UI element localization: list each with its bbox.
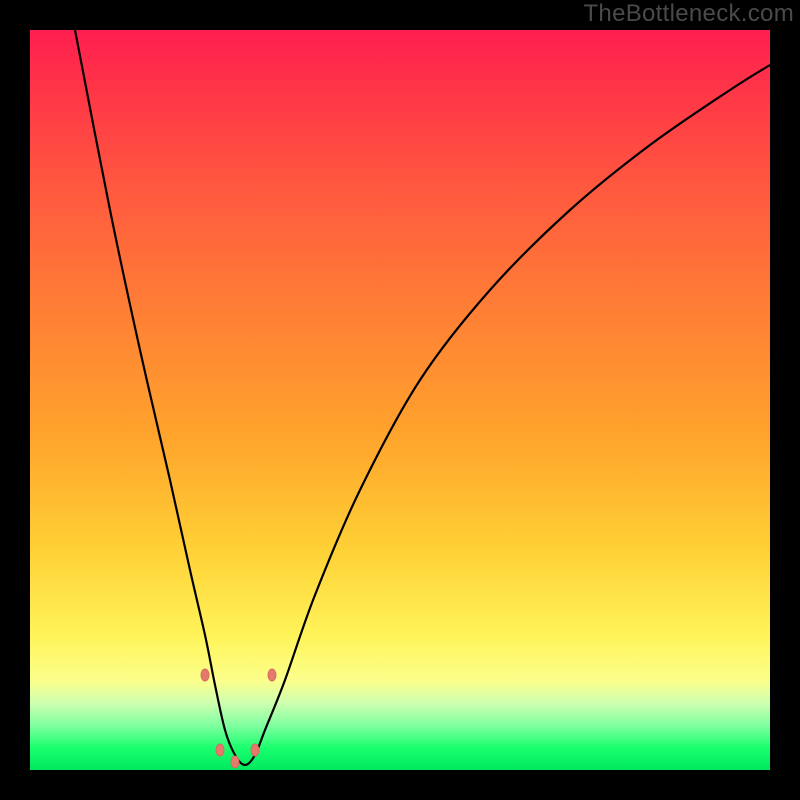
curve-svg — [30, 30, 770, 770]
curve-marker — [251, 744, 259, 756]
curve-marker — [201, 669, 209, 681]
bottleneck-curve — [75, 30, 770, 765]
chart-frame: TheBottleneck.com — [0, 0, 800, 800]
plot-gradient-area — [30, 30, 770, 770]
watermark-text: TheBottleneck.com — [583, 0, 794, 28]
curve-marker — [231, 756, 239, 768]
curve-marker — [216, 744, 224, 756]
curve-markers — [201, 669, 276, 768]
curve-marker — [268, 669, 276, 681]
